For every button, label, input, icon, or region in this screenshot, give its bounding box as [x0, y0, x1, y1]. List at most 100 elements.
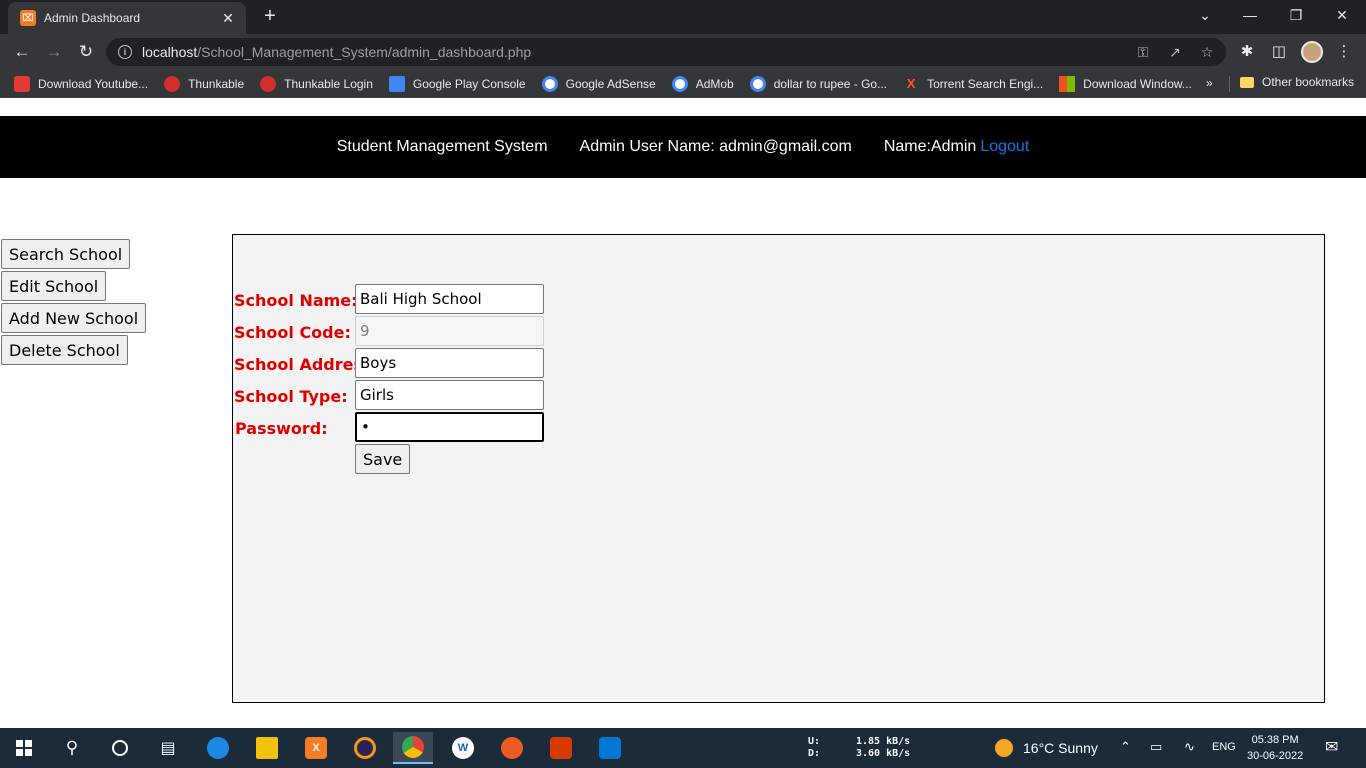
- bookmark-item[interactable]: dollar to rupee - Go...: [749, 75, 887, 92]
- office-taskbar-icon[interactable]: [541, 732, 581, 764]
- cortana-icon[interactable]: [100, 732, 140, 764]
- top-navbar: Student Management System Admin User Nam…: [0, 116, 1366, 178]
- browser-toolbar: ← → ↻ i localhost/School_Management_Syst…: [0, 34, 1366, 70]
- bookmark-label: Google AdSense: [565, 76, 656, 91]
- bookmark-item[interactable]: Google Play Console: [388, 75, 526, 92]
- vscode-taskbar-icon[interactable]: [590, 732, 630, 764]
- address-bar[interactable]: i localhost/School_Management_System/adm…: [106, 38, 1226, 66]
- edit-school-button[interactable]: Edit School: [1, 271, 107, 301]
- school-address-input[interactable]: [355, 348, 544, 378]
- delete-school-button[interactable]: Delete School: [1, 335, 128, 365]
- start-button[interactable]: [4, 732, 44, 764]
- browser-tab[interactable]: ⌧ Admin Dashboard ✕: [8, 2, 246, 34]
- add-new-school-button[interactable]: Add New School: [1, 303, 147, 333]
- clock-time: 05:38 PM: [1251, 734, 1299, 746]
- tab-search-icon[interactable]: ⌄: [1185, 4, 1225, 26]
- new-tab-icon[interactable]: +: [258, 6, 282, 26]
- profile-avatar[interactable]: [1301, 41, 1323, 63]
- bookmark-label: Thunkable Login: [284, 76, 373, 91]
- xampp-taskbar-icon[interactable]: X: [296, 732, 336, 764]
- school-form: School Name: School Code: School Address…: [232, 234, 1325, 703]
- chevron-up-icon[interactable]: ⌃: [1120, 739, 1131, 755]
- back-icon[interactable]: ←: [11, 42, 33, 62]
- bookmark-item[interactable]: Download Window...: [1059, 75, 1192, 92]
- password-input[interactable]: [355, 412, 544, 442]
- bookmark-label: Google Play Console: [412, 76, 526, 91]
- url-path: /School_Management_System/admin_dashboar…: [197, 44, 532, 60]
- star-icon[interactable]: ☆: [1198, 44, 1216, 61]
- url-host: localhost: [142, 44, 198, 60]
- close-window-icon[interactable]: ✕: [1322, 4, 1362, 26]
- bookmarks-bar: Download Youtube... Thunkable Thunkable …: [0, 70, 1366, 98]
- bookmark-label: Torrent Search Engi...: [927, 76, 1044, 91]
- net-speed-values: 1.85 kB/s 3.60 kB/s: [856, 736, 910, 760]
- bookmark-item[interactable]: X Torrent Search Engi...: [903, 76, 1043, 92]
- logout-link[interactable]: Logout: [980, 138, 1029, 156]
- school-name-input[interactable]: [355, 284, 544, 314]
- site-info-icon[interactable]: i: [118, 45, 132, 59]
- file-explorer-taskbar-icon[interactable]: [247, 732, 287, 764]
- more-bookmarks-icon[interactable]: »: [1206, 76, 1213, 90]
- search-icon[interactable]: ⚲: [52, 732, 92, 764]
- side-panel-icon[interactable]: ◫: [1269, 42, 1289, 60]
- postman-taskbar-icon[interactable]: [492, 732, 532, 764]
- page: Student Management System Admin User Nam…: [0, 98, 1366, 728]
- bookmark-label: Download Window...: [1083, 76, 1192, 91]
- share-icon[interactable]: ↗: [1166, 44, 1184, 61]
- edge-taskbar-icon[interactable]: [198, 732, 238, 764]
- other-bookmarks-label: Other bookmarks: [1262, 75, 1355, 89]
- bookmark-item[interactable]: Thunkable: [164, 75, 244, 92]
- school-code-label: School Code:: [234, 323, 351, 342]
- save-button[interactable]: Save: [355, 444, 411, 474]
- brand-title: Student Management System: [336, 138, 548, 155]
- key-icon[interactable]: ⚿: [1134, 44, 1152, 61]
- clock-date: 30-06-2022: [1247, 750, 1304, 762]
- search-school-button[interactable]: Search School: [1, 239, 131, 269]
- windows-icon: [1059, 75, 1076, 92]
- school-type-label: School Type:: [234, 387, 348, 406]
- bookmark-icon: [260, 75, 277, 92]
- google-icon: [749, 75, 766, 92]
- close-tab-icon[interactable]: ✕: [220, 10, 236, 27]
- battery-icon[interactable]: ▭: [1150, 739, 1162, 755]
- bookmark-label: Download Youtube...: [38, 76, 149, 91]
- upload-speed: 1.85 kB/s: [856, 736, 911, 747]
- bookmark-icon: [14, 75, 30, 92]
- folder-icon: [1240, 76, 1254, 88]
- school-name-label: School Name:: [234, 291, 358, 310]
- eclipse-taskbar-icon[interactable]: [345, 732, 385, 764]
- forward-icon[interactable]: →: [43, 42, 65, 62]
- minimize-icon[interactable]: —: [1230, 4, 1270, 26]
- chrome-taskbar-icon[interactable]: [393, 732, 433, 764]
- language-indicator[interactable]: ENG: [1212, 741, 1236, 753]
- download-speed: 3.60 kB/s: [856, 748, 911, 759]
- xampp-favicon-icon: ⌧: [20, 10, 36, 26]
- school-type-input[interactable]: [355, 380, 544, 410]
- bookmark-item[interactable]: AdMob: [671, 75, 734, 92]
- windows-taskbar: ⚲ ▤ X W U: D: 1.85 kB/s 3.60 kB/s 16°C Sun…: [0, 728, 1366, 768]
- bookmark-item[interactable]: Thunkable Login: [260, 75, 373, 92]
- school-code-input: [355, 316, 544, 346]
- admin-user-name: Admin User Name: admin@gmail.com: [579, 138, 852, 155]
- admin-name: Name:Admin: [883, 138, 977, 155]
- sun-icon: [995, 739, 1013, 757]
- clock[interactable]: 05:38 PM 30-06-2022: [1247, 732, 1303, 764]
- wifi-icon[interactable]: ∿: [1184, 739, 1195, 755]
- browser-tabstrip: ⌧ Admin Dashboard ✕ + ⌄ — ❐ ✕: [0, 0, 1366, 34]
- reload-icon[interactable]: ↻: [75, 42, 97, 62]
- app-taskbar-icon[interactable]: W: [443, 732, 483, 764]
- torrent-icon: X: [906, 75, 916, 91]
- extensions-icon[interactable]: ✱: [1237, 42, 1257, 60]
- menu-icon[interactable]: ⋮: [1334, 42, 1354, 60]
- bookmarks-separator: [1229, 76, 1230, 92]
- bookmark-item[interactable]: Download Youtube...: [14, 75, 149, 92]
- task-view-icon[interactable]: ▤: [148, 732, 188, 764]
- notification-icon[interactable]: ✉: [1325, 737, 1338, 757]
- bookmark-item[interactable]: Google AdSense: [541, 75, 656, 92]
- google-icon: [671, 75, 688, 92]
- tab-title: Admin Dashboard: [44, 11, 141, 25]
- windows-logo-icon: [16, 740, 32, 756]
- restore-icon[interactable]: ❐: [1276, 4, 1316, 26]
- other-bookmarks[interactable]: Other bookmarks: [1240, 75, 1354, 89]
- weather-widget[interactable]: 16°C Sunny: [1023, 740, 1098, 756]
